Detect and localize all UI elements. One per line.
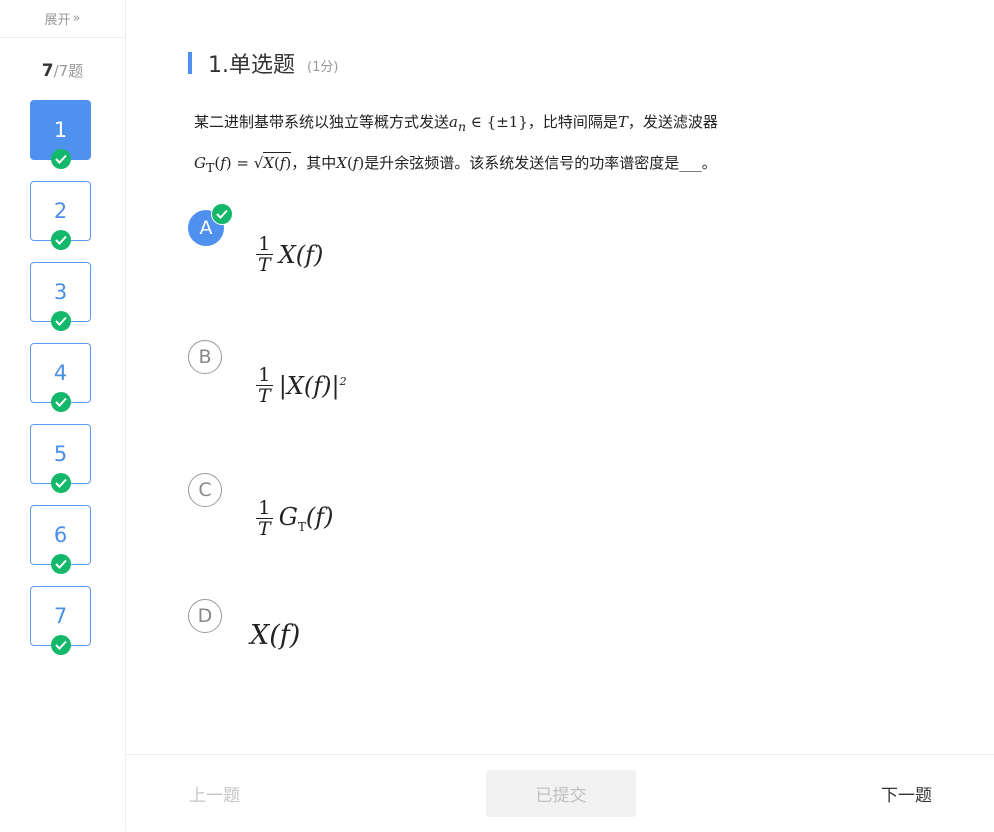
submit-label: 已提交 (535, 786, 587, 806)
option-a-radio[interactable]: A (188, 203, 233, 246)
option-a[interactable]: A (188, 203, 233, 246)
question-nav-label: 4 (53, 361, 68, 385)
double-chevron-right-icon: » (72, 11, 81, 26)
stem-text: ，比特间隔是 (527, 113, 618, 131)
option-b-radio[interactable]: B (188, 340, 222, 374)
question-nav-1[interactable]: 1 (30, 100, 91, 169)
question-nav-3[interactable]: 3 (30, 262, 91, 331)
check-icon (50, 149, 71, 169)
option-d-radio[interactable]: D (188, 599, 222, 633)
prev-question-button[interactable]: 上一题 (189, 781, 240, 806)
check-icon (50, 473, 71, 493)
option-letter: B (198, 346, 212, 368)
stem-text: 是升余弦频谱。该系统发送信号的功率谱密度是___。 (364, 154, 717, 172)
question-nav-5[interactable]: 5 (30, 424, 91, 493)
footer-bar: 上一题 已提交 下一题 (126, 754, 994, 832)
option-letter: D (197, 605, 213, 627)
progress-total: /7题 (53, 62, 84, 80)
check-icon (50, 230, 71, 250)
option-c-formula: 1T GT(f) (256, 497, 334, 540)
progress-current: 7 (41, 61, 54, 81)
question-header: 1.单选题 (1分) (188, 47, 338, 79)
question-sidebar: 展开 » 7/7题 1 2 3 4 5 6 7 (0, 0, 126, 831)
question-list: 1 2 3 4 5 6 7 (30, 100, 91, 667)
question-stem: 某二进制基带系统以独立等概方式发送an ∈ {±1}，比特间隔是T，发送滤波器 … (194, 104, 814, 186)
check-icon (50, 392, 71, 412)
check-icon (50, 635, 71, 655)
option-letter: C (198, 479, 212, 501)
next-question-button[interactable]: 下一题 (881, 781, 932, 806)
question-nav-label: 2 (53, 199, 68, 223)
question-nav-label: 1 (53, 118, 68, 142)
expand-label: 展开 (44, 13, 71, 28)
question-nav-label: 3 (53, 280, 68, 304)
progress-counter: 7/7题 (0, 60, 125, 81)
question-nav-label: 7 (53, 604, 68, 628)
option-d-formula: X(f) (250, 620, 301, 651)
stem-text: ，发送滤波器 (627, 113, 718, 131)
option-c-radio[interactable]: C (188, 473, 222, 507)
question-nav-label: 5 (53, 442, 68, 466)
question-title: 1.单选题 (208, 53, 295, 78)
stem-text: ，其中 (291, 154, 337, 172)
check-icon (211, 203, 233, 225)
option-d[interactable]: D (188, 599, 222, 633)
check-icon (50, 554, 71, 574)
option-b[interactable]: B (188, 340, 222, 374)
question-nav-2[interactable]: 2 (30, 181, 91, 250)
check-icon (50, 311, 71, 331)
option-letter: A (199, 217, 213, 239)
question-panel: 1.单选题 (1分) 某二进制基带系统以独立等概方式发送an ∈ {±1}，比特… (126, 0, 994, 831)
submit-button[interactable]: 已提交 (486, 770, 636, 817)
question-nav-label: 6 (53, 523, 68, 547)
option-a-formula: 1T X(f) (256, 233, 324, 276)
expand-toggle[interactable]: 展开 » (0, 0, 125, 38)
stem-line-1: 某二进制基带系统以独立等概方式发送an ∈ {±1}，比特间隔是T，发送滤波器 (194, 113, 718, 134)
option-b-formula: 1T |X(f)|2 (256, 364, 347, 407)
title-accent-bar (188, 52, 192, 74)
question-score: (1分) (307, 59, 339, 75)
question-nav-7[interactable]: 7 (30, 586, 91, 655)
stem-text: 某二进制基带系统以独立等概方式发送 (194, 113, 450, 131)
question-nav-4[interactable]: 4 (30, 343, 91, 412)
option-c[interactable]: C (188, 473, 222, 507)
stem-line-2: GT(f) = √X(f)，其中X(f)是升余弦频谱。该系统发送信号的功率谱密度… (194, 152, 717, 175)
question-nav-6[interactable]: 6 (30, 505, 91, 574)
